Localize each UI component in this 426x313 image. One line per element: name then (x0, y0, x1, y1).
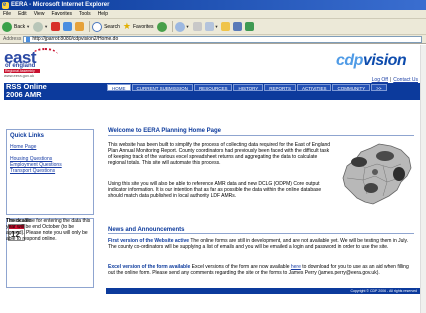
forward-arrow-icon (33, 21, 44, 32)
mail-icon (204, 22, 214, 31)
research-icon (233, 22, 243, 31)
nav-tab-reports[interactable]: REPORTS (264, 84, 296, 91)
forward-button[interactable]: ▼ (33, 21, 48, 33)
quick-link-transport[interactable]: Transport Questions (10, 168, 55, 174)
intro-paragraph-1: This website has been built to simplify … (108, 142, 331, 166)
nav-tab-resources[interactable]: RESOURCES (193, 84, 233, 91)
research-button[interactable] (233, 21, 243, 33)
favorites-label: Favorites (132, 23, 154, 30)
print-button[interactable] (192, 21, 202, 33)
cdpvision-logo: cdpvision (336, 52, 407, 70)
vertical-scrollbar[interactable] (420, 45, 426, 313)
news-divider (108, 233, 414, 234)
browser-toolbar: Back ▼ ▼ Search ★ Favorites ▼ ▼ (0, 19, 426, 35)
folder-icon (221, 22, 231, 31)
print-icon (192, 22, 202, 31)
cdpvision-logo-cdp: cdp (336, 52, 363, 69)
nav-tab-community[interactable]: COMMUNITY (332, 84, 371, 91)
menu-tools[interactable]: Tools (79, 11, 91, 17)
site-title: RSS Online 2006 AMR (6, 83, 47, 99)
home-icon (75, 22, 85, 31)
eera-logo-url: www.eera.gov.uk (4, 73, 35, 78)
menu-bar: File Edit View Favorites Tools Help (0, 10, 426, 19)
search-button[interactable]: Search (92, 21, 120, 33)
window-title-bar: EERA - Microsoft Internet Explorer (0, 0, 426, 10)
toolbar-divider (89, 21, 91, 32)
messenger-icon (245, 22, 255, 31)
nav-tab-history[interactable]: HISTORY (233, 84, 264, 91)
cdpvision-logo-vision: vision (362, 52, 407, 69)
east-of-england-map-image (342, 143, 412, 205)
news-item-1: First version of the Website active The … (108, 238, 414, 250)
search-icon (92, 21, 103, 32)
main-nav: HOME CURRENT SUBMISSION RESOURCES HISTOR… (107, 84, 388, 91)
address-bar: Address http://jparrot:8080/cdpvision2/H… (0, 35, 426, 44)
ie-logo-icon (2, 0, 9, 9)
chevron-down-icon: ▼ (44, 24, 49, 29)
address-label: Address (3, 36, 22, 42)
history-icon (174, 21, 185, 32)
stop-button[interactable] (51, 21, 61, 33)
folder-button[interactable] (221, 21, 231, 33)
menu-favorites[interactable]: Favorites (51, 11, 72, 17)
menu-view[interactable]: View (34, 11, 45, 17)
menu-help[interactable]: Help (98, 11, 108, 17)
address-url: http://jparrot:8080/cdpvision2/Home.do (32, 36, 119, 42)
footer-copyright: Copyright © CDP 2006 - All rights reserv… (350, 289, 417, 293)
favorites-button[interactable]: ★ Favorites (123, 21, 154, 33)
quick-links-panel: Quick Links Home Page Housing Questions … (6, 129, 94, 215)
quick-links-title: Quick Links (10, 133, 45, 139)
mail-button[interactable]: ▼ (204, 21, 219, 33)
chevron-down-icon: ▼ (214, 24, 219, 29)
chevron-down-icon: ▼ (26, 24, 31, 29)
star-icon: ★ (122, 21, 131, 31)
news-item-2: Excel version of the form available Exce… (108, 264, 414, 276)
welcome-divider (108, 135, 414, 136)
nav-tab-current-submission[interactable]: CURRENT SUBMISSION (131, 84, 193, 91)
history-button[interactable]: ▼ (174, 21, 190, 33)
media-button[interactable] (156, 21, 167, 33)
back-button[interactable]: Back ▼ (2, 21, 30, 33)
back-arrow-icon (2, 21, 12, 32)
page-icon (26, 36, 31, 42)
quick-link-home[interactable]: Home Page (10, 144, 36, 150)
timescales-text: The deadline for entering the data this … (6, 218, 91, 242)
search-label: Search (104, 23, 120, 30)
toolbar-divider (171, 21, 173, 32)
welcome-heading: Welcome to EERA Planning Home Page (108, 128, 222, 134)
nav-tab-activities[interactable]: ACTIVITIES (296, 84, 332, 91)
intro-paragraph-2: Using this site you will also be able to… (108, 181, 322, 199)
nav-tab-home[interactable]: HOME (107, 84, 131, 91)
media-icon (156, 21, 167, 32)
site-title-line2: 2006 AMR (6, 90, 42, 99)
nav-tab-more[interactable]: >> (371, 84, 387, 91)
menu-file[interactable]: File (3, 11, 11, 17)
refresh-button[interactable] (63, 21, 73, 33)
chevron-down-icon: ▼ (185, 24, 190, 29)
address-input[interactable]: http://jparrot:8080/cdpvision2/Home.do (23, 35, 422, 43)
back-label: Back (14, 23, 26, 30)
footer-bar: Copyright © CDP 2006 - All rights reserv… (106, 288, 420, 294)
messenger-button[interactable] (245, 21, 255, 33)
home-button[interactable] (75, 21, 85, 33)
refresh-icon (63, 22, 73, 31)
stop-icon (51, 22, 61, 31)
window-title: EERA - Microsoft Internet Explorer (11, 2, 110, 8)
menu-edit[interactable]: Edit (18, 11, 27, 17)
